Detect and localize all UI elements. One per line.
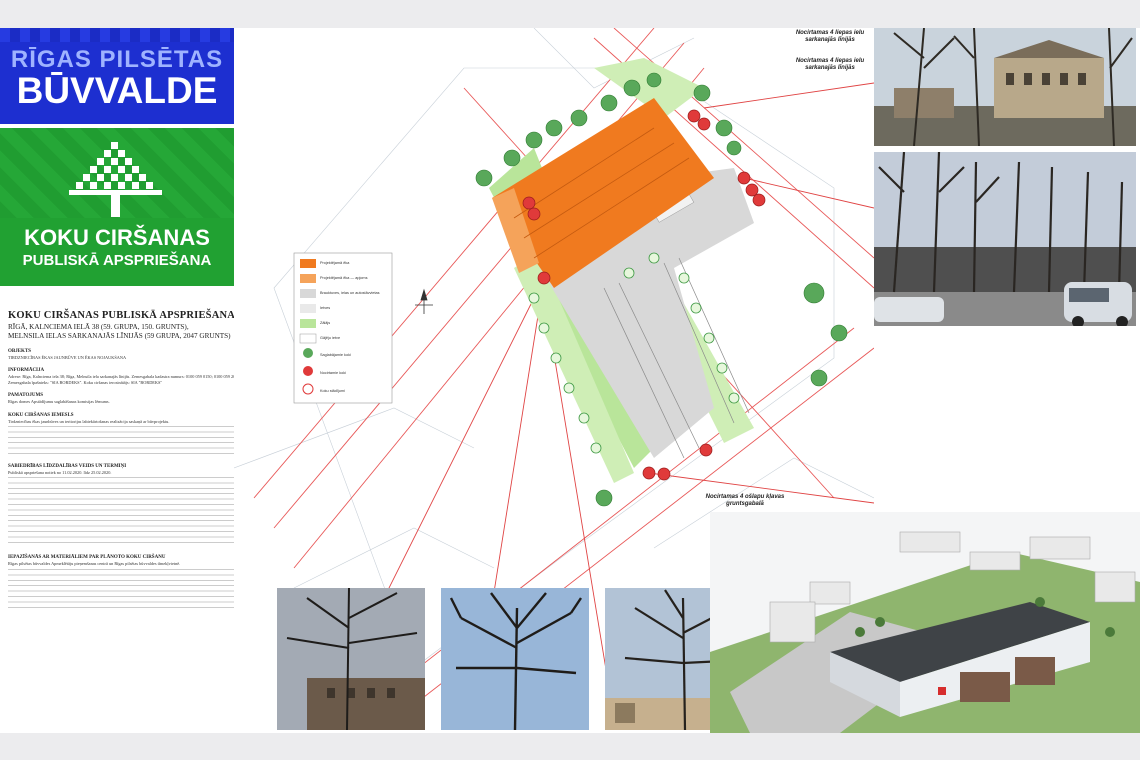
- legend-label: Saglabājamie koki: [320, 353, 351, 357]
- section-heading: SABIEDRĪBAS LĪDZDALĪBAS VEIDS UN TERMIŅI: [8, 464, 127, 470]
- photo-street-building: [874, 28, 1136, 146]
- callout-linden-1: Nocirtamas 4 liepas ielu sarkanajās līni…: [795, 30, 865, 43]
- building-rendering: [710, 512, 1140, 733]
- section-heading: PAMATOJUMS: [8, 393, 43, 399]
- section-text: Adrese: Rīga, Kalnciema iela 38; Rīga, M…: [8, 374, 241, 385]
- legend-label: Gājēju ietve: [320, 336, 341, 340]
- photo-tree-1: [277, 588, 425, 730]
- section-text: Tirdzniecības ēkas jaunbūves un teritori…: [8, 418, 170, 424]
- photo-tree-row: [874, 152, 1136, 326]
- bottom-band: [0, 733, 1140, 760]
- section-text: Publiskā apspriešana notiek no 11.02.202…: [8, 470, 112, 476]
- public-consultation-poster: RĪGAS PILSĒTAS BŪVVALDE KOKU CIRŠANAS PU…: [0, 28, 1140, 733]
- legend-label: Brauktuves, ielas un autostāvvietas: [320, 291, 380, 295]
- section-text: Rīgas domes Apstādījumu saglabāšanas kom…: [8, 399, 110, 405]
- legend-label: Koku stādījumi: [320, 389, 345, 393]
- legend-label: Projektējamā ēka — apjoms: [320, 276, 368, 280]
- logo-line2: BŪVVALDE: [16, 70, 218, 111]
- section-heading: OBJEKTS: [8, 349, 32, 354]
- callout-maples: Nocirtamas 4 ošlapu kļavas gruntsgabalā: [705, 494, 785, 507]
- section-text: TIRDZNIECĪBAS ĒKAS JAUNBŪVE UN ĒKAS NOJA…: [8, 355, 127, 360]
- section-heading: INFORMĀCIJA: [8, 368, 45, 374]
- section-heading: KOKU CIRŠANAS IEMESLS: [8, 412, 74, 418]
- document-address-2: MELNSILA IELAS SARKANAJĀS LĪNIJĀS (59 GR…: [8, 332, 231, 340]
- photo-tree-2: [441, 588, 589, 730]
- text-lines: [8, 568, 238, 609]
- document-title: KOKU CIRŠANAS PUBLISKĀ APSPRIEŠANA: [8, 310, 236, 321]
- logo-pattern: [0, 28, 234, 42]
- section-text: Rīgas pilsētas būvvaldes Apmeklētāju pie…: [8, 561, 181, 567]
- text-lines: [8, 426, 248, 457]
- section-heading: IEPAZĪŠANĀS AR MATERIĀLIEM PAR PLĀNOTO K…: [8, 555, 166, 561]
- top-band: [0, 0, 1140, 28]
- legend-label: Ietves: [320, 306, 331, 310]
- callout-linden-2: Nocirtamas 4 liepas ielu sarkanajās līni…: [795, 58, 865, 71]
- legend-label: Projektējamā ēka: [320, 261, 350, 265]
- tree-icon: [69, 142, 162, 217]
- document-address-1: RĪGĀ, KALNCIEMA IELĀ 38 (59. GRUPA, 150.…: [8, 323, 189, 331]
- logo-line2: PUBLISKĀ APSPRIEŠANA: [22, 252, 212, 269]
- buvvalde-logo: RĪGAS PILSĒTAS BŪVVALDE: [0, 28, 234, 124]
- text-lines: [8, 477, 248, 548]
- legend-label: Nocirtamie koki: [320, 371, 346, 375]
- consultation-document: KOKU CIRŠANAS PUBLISKĀ APSPRIEŠANA RĪGĀ,…: [8, 310, 263, 609]
- legend-labels: Projektējamā ēka Projektējamā ēka — apjo…: [320, 256, 392, 400]
- logo-line1: KOKU CIRŠANAS: [24, 225, 210, 250]
- tree-felling-logo: KOKU CIRŠANAS PUBLISKĀ APSPRIEŠANA: [0, 128, 234, 286]
- legend-label: Zālājs: [320, 321, 331, 325]
